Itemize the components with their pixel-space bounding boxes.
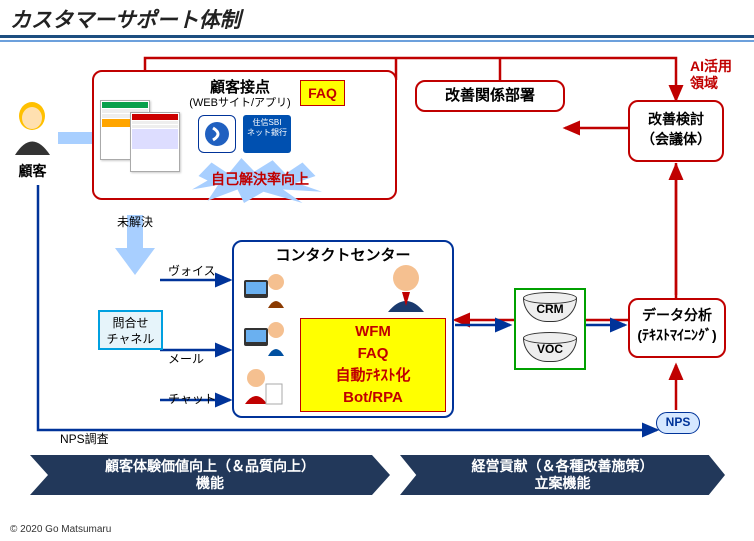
faq2-label: FAQ [300,344,446,364]
unresolved-label: 未解決 [105,215,165,231]
voc-label: VOC [523,342,577,358]
selfsolve-label: 自己解決率向上 [200,170,320,188]
copyright: © 2020 Go Matsumaru [10,524,111,535]
operator-icon-3 [242,366,286,411]
improvement-label: 改善関係部署 [415,86,565,106]
customer-icon [10,100,55,165]
app-screenshot-2 [130,112,180,172]
chat-label: チャット [168,392,216,408]
inquiry-label: 問合せ チャネル [98,316,163,347]
analysis-label: データ分析 (ﾃｷｽﾄﾏｲﾆﾝｸﾞ) [628,306,726,345]
faq-badge: FAQ [300,80,345,106]
crm-label: CRM [523,302,577,318]
page-title: カスタマーサポート体制 [10,4,241,34]
mail-label: メール [168,352,204,368]
voice-label: ヴォイス [168,264,216,280]
bot-label: Bot/RPA [300,388,446,408]
operator-icon-2 [242,318,286,363]
review-label: 改善検討 （会議体） [628,110,724,149]
operator-icon-1 [242,270,286,315]
nps-label: NPS [656,415,700,431]
divider-1 [0,35,754,38]
touchpoint-subtitle: (WEBサイト/アプリ) [180,96,300,110]
banner-right: 経営貢献（＆各種改善施策） 立案機能 [400,455,725,495]
ai-label: AI活用 領域 [690,58,732,92]
bank-logo-icon: 住信SBI ネット銀行 [243,115,291,153]
auto-label: 自動ﾃｷｽﾄ化 [300,366,446,386]
wfm-label: WFM [300,322,446,342]
divider-2 [0,40,754,42]
app-logo-icon [198,115,236,153]
customer-label: 顧客 [10,162,55,180]
banner-left: 顧客体験価値向上（＆品質向上） 機能 [30,455,390,495]
nps-survey-label: NPS調査 [60,432,109,448]
manager-icon [380,262,432,319]
touchpoint-title: 顧客接点 [180,78,300,98]
